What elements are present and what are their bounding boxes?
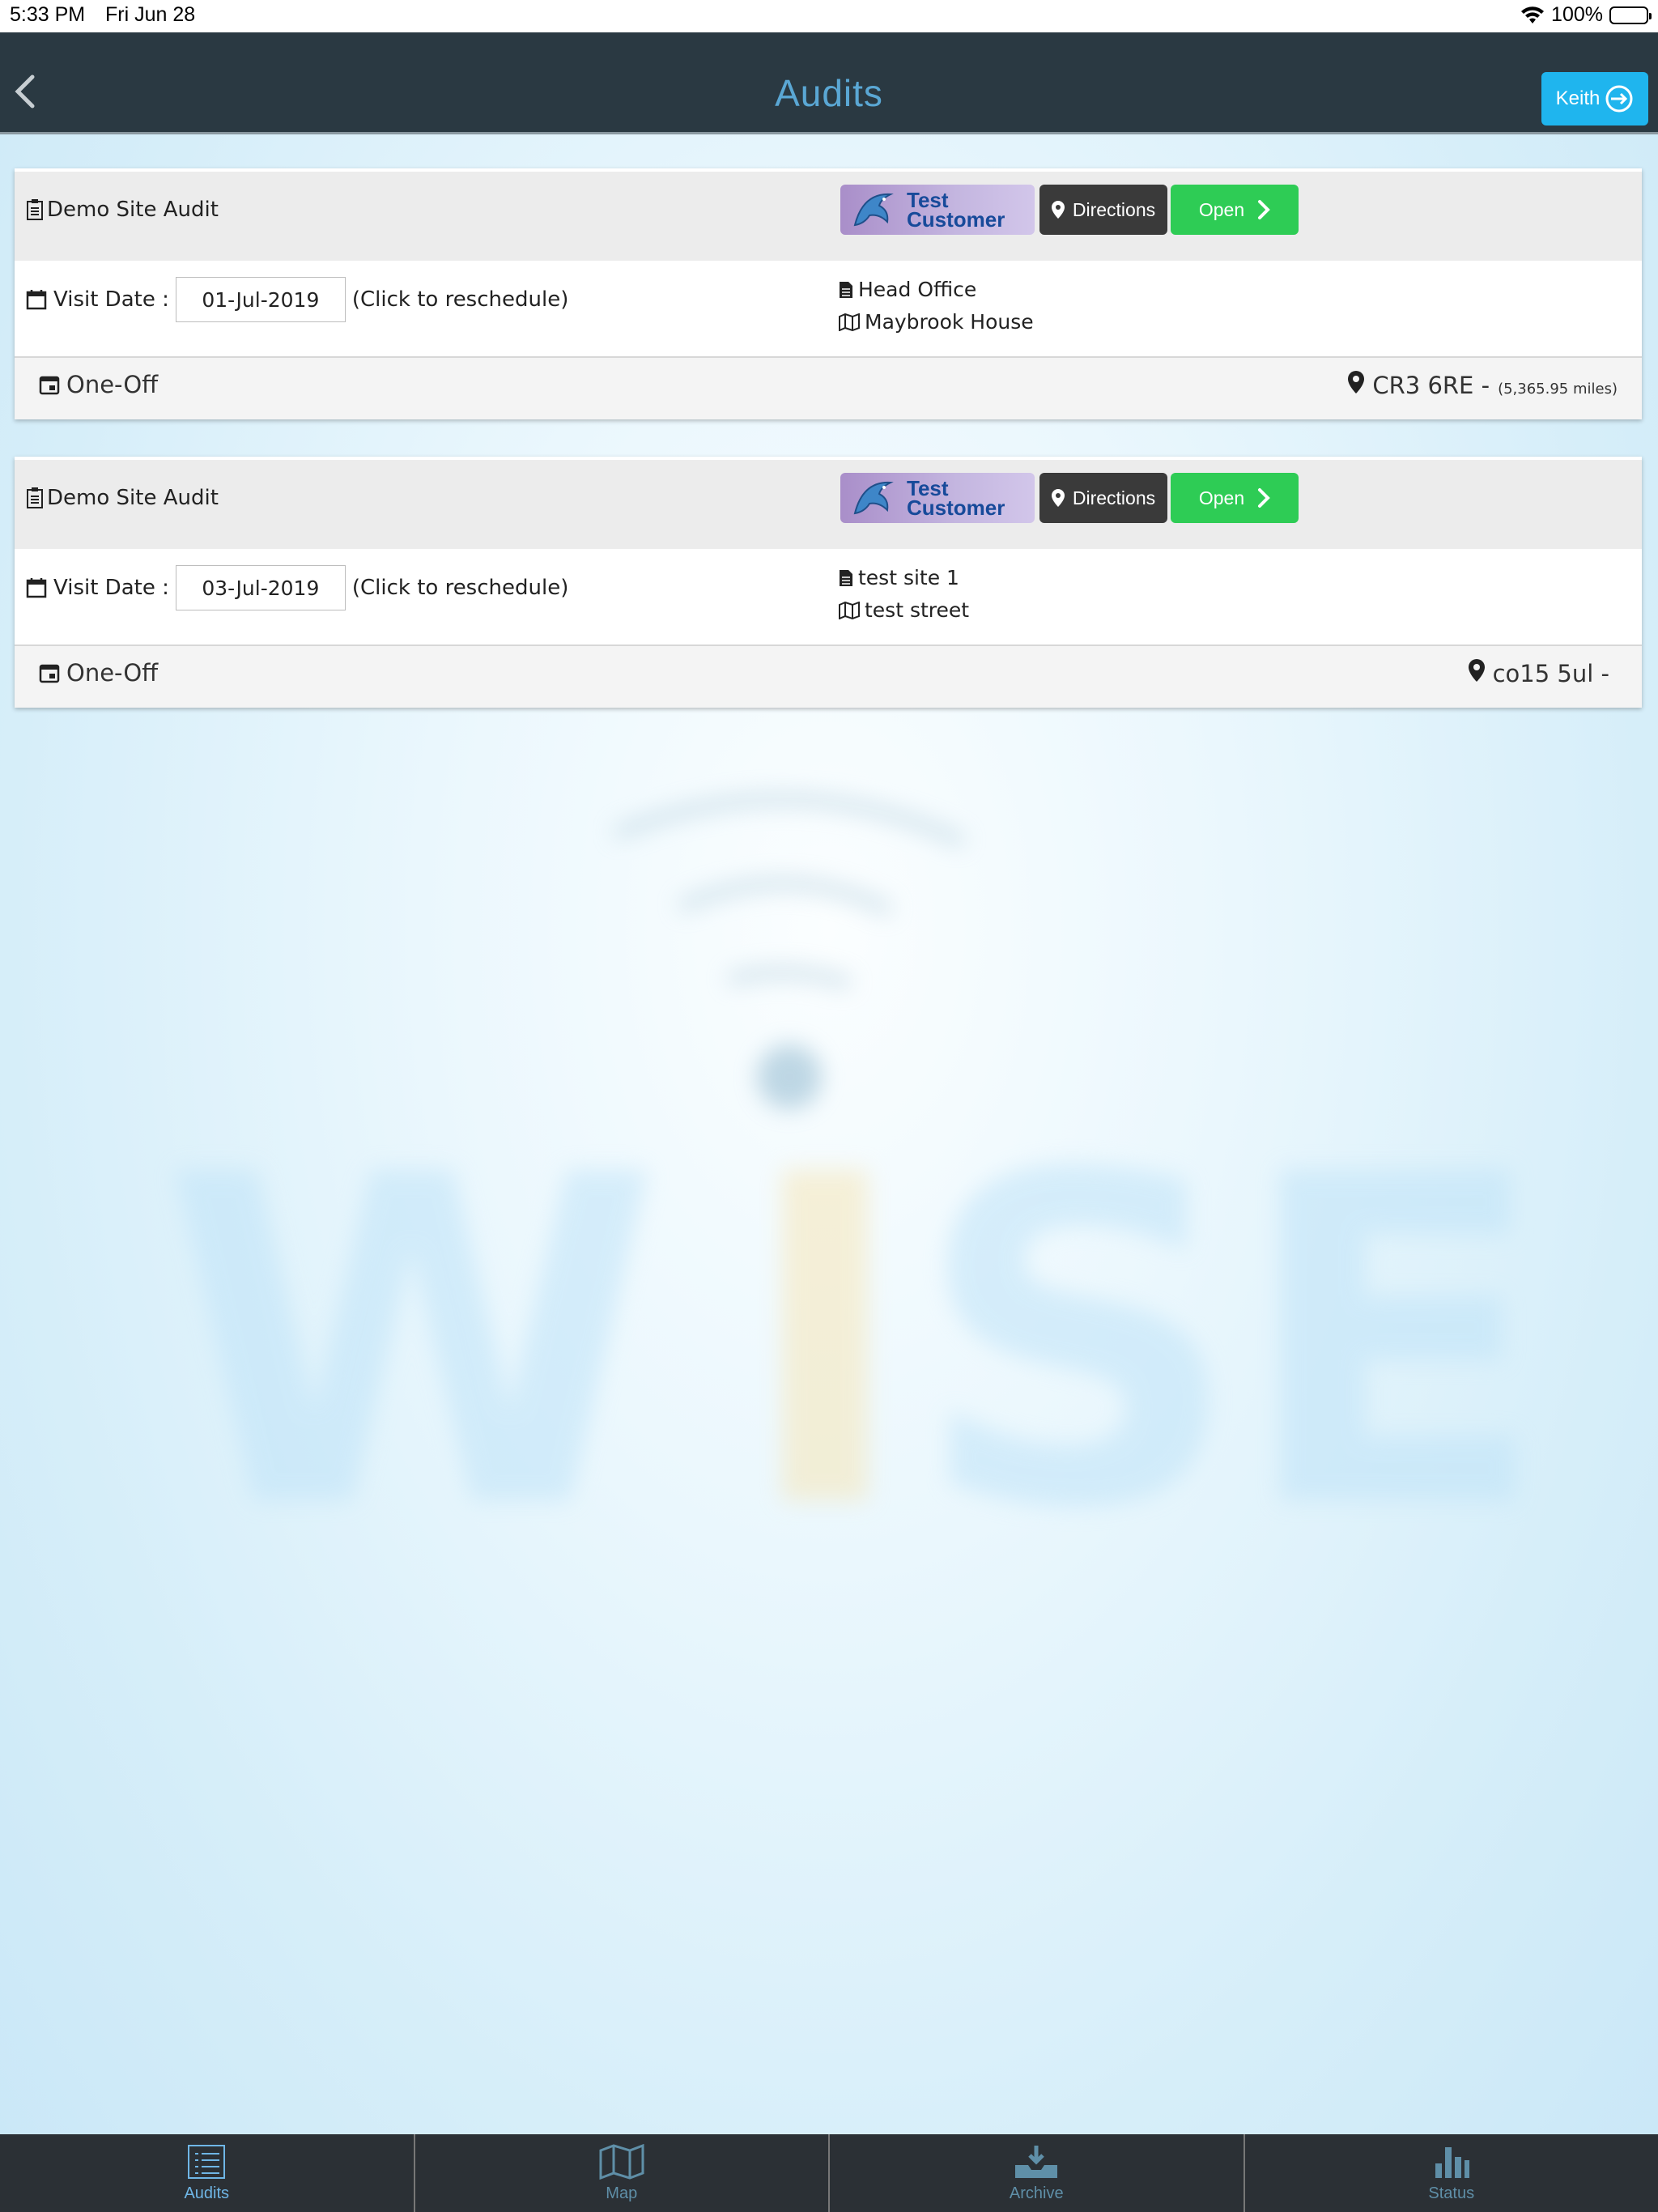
status-date: Fri Jun 28 bbox=[105, 3, 196, 26]
chevron-right-icon bbox=[1257, 199, 1270, 220]
site-address: Maybrook House bbox=[865, 310, 1034, 334]
customer-badge[interactable]: Test Customer bbox=[840, 185, 1035, 235]
audit-title: Demo Site Audit bbox=[26, 486, 219, 510]
user-logout-button[interactable]: Keith bbox=[1541, 72, 1648, 125]
visit-date-label: Visit Date : bbox=[53, 287, 169, 312]
visit-date-input[interactable] bbox=[175, 277, 346, 322]
audit-card-header: Demo Site Audit Test Customer Directions… bbox=[15, 172, 1642, 261]
location-pin-icon bbox=[1468, 659, 1485, 682]
map-icon bbox=[599, 2143, 644, 2180]
open-button[interactable]: Open bbox=[1171, 185, 1299, 235]
dolphin-logo-icon bbox=[848, 186, 900, 233]
customer-name-line2: Customer bbox=[907, 207, 1005, 232]
location-pin-icon bbox=[1348, 371, 1365, 393]
customer-name-line2: Customer bbox=[907, 496, 1005, 520]
frequency: One-Off bbox=[39, 659, 158, 687]
directions-button[interactable]: Directions bbox=[1039, 185, 1167, 235]
calendar-event-icon bbox=[39, 662, 60, 683]
open-button[interactable]: Open bbox=[1171, 473, 1299, 523]
visit-date-row: Visit Date : (Click to reschedule) bbox=[26, 565, 568, 610]
site-info: test site 1 test street bbox=[839, 562, 969, 627]
status-right: 100% bbox=[1520, 3, 1652, 27]
customer-badge[interactable]: Test Customer bbox=[840, 473, 1035, 523]
calendar-icon bbox=[26, 577, 47, 598]
dolphin-logo-icon bbox=[848, 474, 900, 521]
status-bar: 5:33 PM Fri Jun 28 100% bbox=[0, 0, 1658, 32]
site-address: test street bbox=[865, 598, 970, 622]
frequency-text: One-Off bbox=[66, 659, 159, 687]
postcode-text: co15 5ul - bbox=[1492, 660, 1609, 687]
audit-title-text: Demo Site Audit bbox=[47, 198, 219, 222]
folded-map-icon bbox=[839, 602, 860, 619]
bar-chart-icon bbox=[1432, 2144, 1471, 2180]
clipboard-icon bbox=[26, 198, 44, 221]
open-label: Open bbox=[1198, 487, 1245, 508]
battery-percent: 100% bbox=[1551, 3, 1603, 26]
tab-label: Audits bbox=[184, 2184, 230, 2202]
reschedule-hint[interactable]: (Click to reschedule) bbox=[352, 576, 569, 600]
tab-status[interactable]: Status bbox=[1245, 2134, 1658, 2212]
tab-label: Map bbox=[606, 2184, 638, 2202]
audit-card-body: Visit Date : (Click to reschedule) Head … bbox=[15, 261, 1642, 358]
map-pin-icon bbox=[1051, 489, 1065, 507]
site-info: Head Office Maybrook House bbox=[839, 274, 1034, 338]
visit-date-input[interactable] bbox=[175, 565, 346, 610]
site-name: Head Office bbox=[858, 278, 977, 301]
document-icon bbox=[839, 281, 853, 299]
chevron-right-icon bbox=[1257, 487, 1270, 508]
tab-audits[interactable]: Audits bbox=[0, 2134, 415, 2212]
logout-icon bbox=[1605, 84, 1634, 113]
audit-title-text: Demo Site Audit bbox=[47, 486, 219, 510]
battery-icon bbox=[1609, 6, 1652, 24]
audit-title: Demo Site Audit bbox=[26, 198, 219, 222]
navigation-bar: Audits Keith bbox=[0, 32, 1658, 134]
list-icon bbox=[187, 2144, 226, 2180]
audit-card-header: Demo Site Audit Test Customer Directions… bbox=[15, 460, 1642, 549]
wise-watermark: W I S E bbox=[162, 729, 1549, 1619]
site-name: test site 1 bbox=[858, 566, 959, 589]
postcode-distance: co15 5ul - bbox=[1468, 659, 1618, 687]
distance-text: (5,365.95 miles) bbox=[1498, 381, 1618, 398]
frequency-text: One-Off bbox=[66, 371, 159, 398]
open-label: Open bbox=[1198, 198, 1245, 220]
wifi-icon bbox=[1520, 6, 1545, 25]
frequency: One-Off bbox=[39, 371, 158, 398]
visit-date-row: Visit Date : (Click to reschedule) bbox=[26, 277, 568, 322]
status-time: 5:33 PM bbox=[10, 3, 86, 26]
audit-card: Demo Site Audit Test Customer Directions… bbox=[15, 168, 1642, 419]
postcode-distance: CR3 6RE - (5,365.95 miles) bbox=[1348, 371, 1618, 399]
reschedule-hint[interactable]: (Click to reschedule) bbox=[352, 287, 569, 312]
bottom-tab-bar: Audits Map Archive Status bbox=[0, 2134, 1658, 2212]
tab-map[interactable]: Map bbox=[415, 2134, 830, 2212]
audit-card: Demo Site Audit Test Customer Directions… bbox=[15, 457, 1642, 708]
postcode-text: CR3 6RE - bbox=[1372, 372, 1490, 399]
document-icon bbox=[839, 569, 853, 587]
visit-date-label: Visit Date : bbox=[53, 576, 169, 600]
folded-map-icon bbox=[839, 313, 860, 331]
directions-label: Directions bbox=[1072, 487, 1156, 508]
audit-card-footer: One-Off co15 5ul - bbox=[15, 646, 1642, 708]
audit-card-footer: One-Off CR3 6RE - (5,365.95 miles) bbox=[15, 358, 1642, 419]
tab-label: Status bbox=[1428, 2184, 1475, 2202]
audit-card-body: Visit Date : (Click to reschedule) test … bbox=[15, 549, 1642, 646]
calendar-icon bbox=[26, 289, 47, 310]
tab-label: Archive bbox=[1009, 2184, 1064, 2202]
map-pin-icon bbox=[1051, 201, 1065, 219]
calendar-event-icon bbox=[39, 374, 60, 395]
directions-button[interactable]: Directions bbox=[1039, 473, 1167, 523]
page-title: Audits bbox=[775, 72, 883, 114]
directions-label: Directions bbox=[1072, 198, 1156, 220]
user-name: Keith bbox=[1555, 87, 1601, 109]
tab-archive[interactable]: Archive bbox=[830, 2134, 1245, 2212]
clipboard-icon bbox=[26, 487, 44, 509]
archive-icon bbox=[1014, 2144, 1059, 2180]
